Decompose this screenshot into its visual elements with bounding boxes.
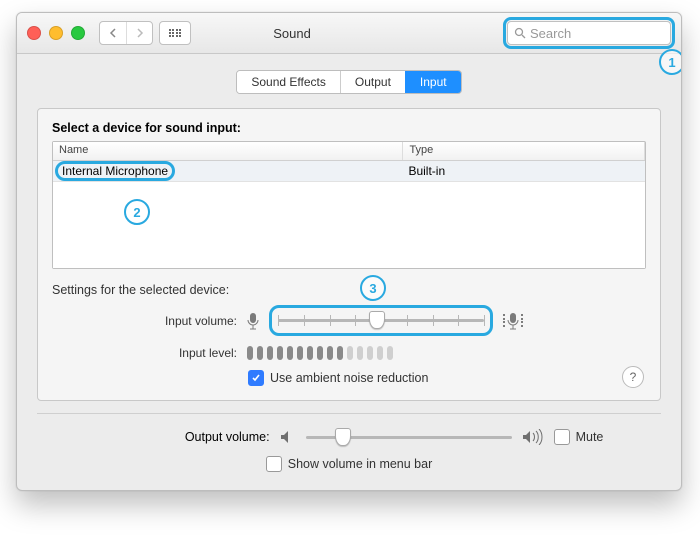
device-type: Built-in [402,164,645,178]
input-volume-slider[interactable] [278,311,484,329]
tab-sound-effects[interactable]: Sound Effects [237,71,340,93]
input-volume-label: Input volume: [52,314,237,328]
table-empty-area [53,182,645,268]
device-name: Internal Microphone [55,161,175,181]
mic-low-icon [247,312,259,330]
speaker-high-icon [522,429,544,445]
search-input[interactable]: Search [507,21,671,45]
sound-prefs-window: Sound Search 1 Sound Effects Output Inpu… [16,12,682,491]
divider [37,413,661,414]
ambient-noise-checkbox[interactable]: Use ambient noise reduction [248,370,428,386]
input-level-meter [247,346,393,360]
tab-bar: Sound Effects Output Input [37,70,661,94]
help-button[interactable]: ? [622,366,644,388]
checkbox-unchecked-icon [554,429,570,445]
checkbox-unchecked-icon [266,456,282,472]
output-volume-label: Output volume: [95,430,270,444]
ambient-noise-label: Use ambient noise reduction [270,371,428,385]
checkbox-checked-icon [248,370,264,386]
show-in-menubar-label: Show volume in menu bar [288,457,433,471]
device-table: Name Type Internal Microphone Built-in [52,141,646,269]
column-name[interactable]: Name [53,142,403,160]
tab-input[interactable]: Input [405,71,461,93]
search-placeholder: Search [530,26,571,41]
search-icon [514,27,526,39]
mic-high-icon [503,312,523,330]
tab-output[interactable]: Output [340,71,405,93]
select-device-label: Select a device for sound input: [52,121,646,135]
output-volume-slider[interactable] [306,428,512,446]
speaker-low-icon [280,430,296,444]
column-type[interactable]: Type [403,142,645,160]
mute-checkbox[interactable]: Mute [554,429,604,445]
titlebar: Sound Search 1 [17,13,681,54]
input-level-label: Input level: [52,346,237,360]
mute-label: Mute [576,430,604,444]
show-in-menubar-checkbox[interactable]: Show volume in menu bar [266,456,433,472]
settings-for-device-label: Settings for the selected device: [52,283,646,297]
window-title: Sound [77,26,507,41]
input-panel: Select a device for sound input: Name Ty… [37,108,661,401]
minimize-button[interactable] [49,26,63,40]
close-button[interactable] [27,26,41,40]
table-row[interactable]: Internal Microphone Built-in [53,161,645,182]
input-volume-slider-highlight [269,305,493,336]
